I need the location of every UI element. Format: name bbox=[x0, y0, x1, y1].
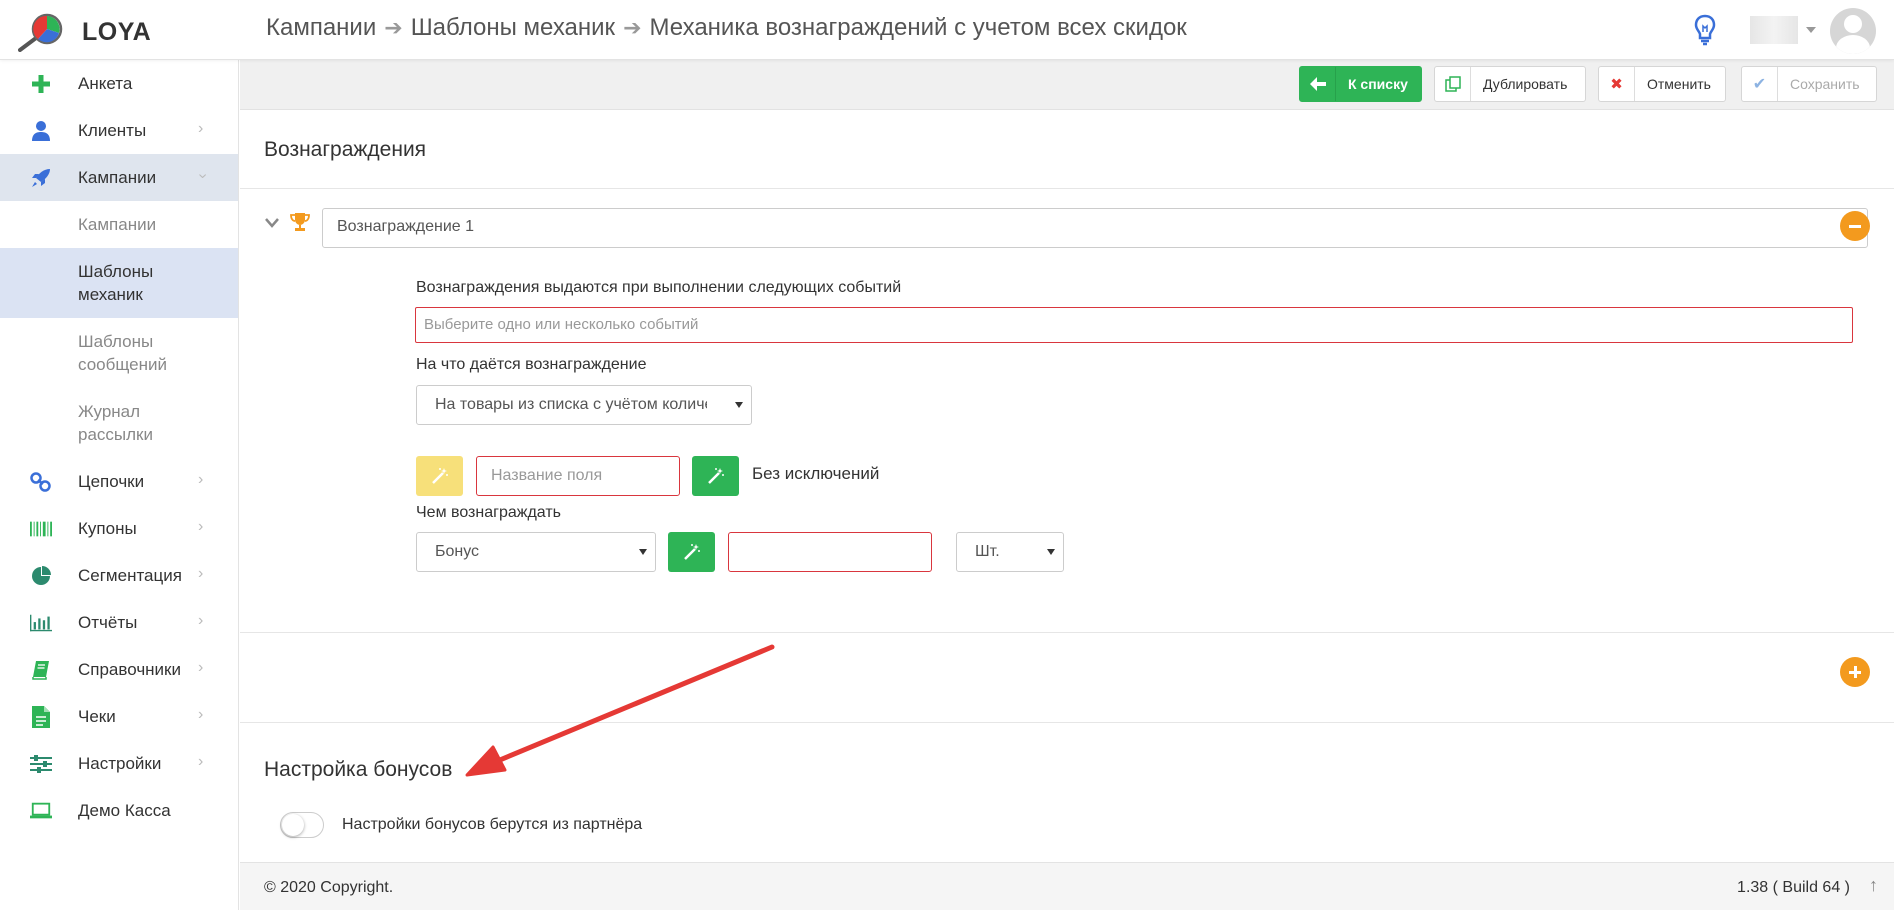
partner-bonus-toggle[interactable] bbox=[280, 812, 324, 838]
divider bbox=[240, 188, 1894, 189]
breadcrumb: Кампании ➔ Шаблоны механик ➔ Механика во… bbox=[266, 14, 1187, 42]
cancel-button[interactable]: ✖ Отменить bbox=[1598, 66, 1726, 102]
avatar[interactable] bbox=[1830, 8, 1876, 54]
bonus-settings-title: Настройка бонусов bbox=[264, 758, 453, 781]
sidebar-subitem-campaigns[interactable]: Кампании bbox=[0, 201, 238, 248]
logo[interactable]: LOYA bbox=[18, 12, 151, 52]
user-name-placeholder[interactable] bbox=[1750, 16, 1798, 44]
caret-down-icon bbox=[639, 549, 647, 555]
chevron-right-icon: › bbox=[198, 706, 204, 723]
remove-reward-button[interactable] bbox=[1840, 211, 1870, 241]
arrow-left-icon bbox=[1300, 67, 1336, 101]
arrow-right-icon: ➔ bbox=[623, 15, 642, 40]
user-icon bbox=[30, 121, 52, 141]
footer: © 2020 Copyright. 1.38 ( Build 64 ) ↑ bbox=[240, 862, 1894, 910]
check-icon: ✔ bbox=[1742, 67, 1778, 101]
chevron-right-icon: › bbox=[198, 120, 204, 137]
add-reward-button[interactable] bbox=[1840, 657, 1870, 687]
magic-wand-button[interactable] bbox=[668, 532, 715, 572]
sidebar-item-questionnaire[interactable]: Анкета bbox=[0, 60, 238, 107]
sidebar-item-demo-cashier[interactable]: Демо Касса bbox=[0, 787, 238, 834]
caret-down-icon bbox=[735, 402, 743, 408]
sidebar-subitem-mailing-log[interactable]: Журнал рассылки bbox=[0, 388, 238, 458]
magic-wand-icon bbox=[683, 544, 700, 560]
reward-with-label: Чем вознаграждать bbox=[416, 504, 561, 521]
chevron-right-icon: › bbox=[198, 471, 204, 488]
unit-select[interactable]: Шт. bbox=[956, 532, 1064, 572]
logo-icon bbox=[18, 12, 66, 52]
chevron-right-icon: › bbox=[198, 518, 204, 535]
sidebar-item-settings[interactable]: Настройки › bbox=[0, 740, 238, 787]
sidebar-item-coupons[interactable]: Купоны › bbox=[0, 505, 238, 552]
plus-icon bbox=[30, 74, 52, 94]
copy-icon bbox=[1435, 67, 1471, 101]
sidebar-item-directories[interactable]: Справочники › bbox=[0, 646, 238, 693]
divider bbox=[240, 632, 1894, 633]
magic-wand-icon bbox=[431, 468, 448, 484]
sidebar-subitem-mechanic-templates[interactable]: Шаблоны механик bbox=[0, 248, 238, 318]
pie-chart-icon bbox=[30, 566, 52, 586]
breadcrumb-item-campaigns[interactable]: Кампании bbox=[266, 14, 376, 42]
book-icon bbox=[30, 660, 52, 680]
main-content: К списку Дублировать ✖ Отменить ✔ Сохран… bbox=[240, 60, 1894, 910]
copyright-text: © 2020 Copyright. bbox=[264, 879, 394, 896]
magic-wand-button[interactable] bbox=[692, 456, 739, 496]
app-name: LOYA bbox=[82, 17, 152, 46]
exceptions-text: Без исключений bbox=[752, 464, 880, 483]
rocket-icon bbox=[30, 168, 52, 188]
events-select-input[interactable]: Выберите одно или несколько событий bbox=[415, 307, 1853, 343]
app-header: LOYA Кампании ➔ Шаблоны механик ➔ Механи… bbox=[0, 0, 1894, 60]
bar-chart-icon bbox=[30, 613, 52, 633]
sidebar-item-campaigns[interactable]: Кампании › bbox=[0, 154, 238, 201]
partner-bonus-toggle-label: Настройки бонусов берутся из партнёра bbox=[342, 816, 643, 833]
minus-icon bbox=[1849, 224, 1861, 228]
barcode-icon bbox=[30, 519, 52, 539]
breadcrumb-item-templates[interactable]: Шаблоны механик bbox=[411, 14, 615, 42]
back-to-list-button[interactable]: К списку bbox=[1299, 66, 1422, 102]
chevron-right-icon: › bbox=[198, 612, 204, 629]
reward-name-input[interactable]: Вознаграждение 1 bbox=[322, 208, 1868, 248]
rewards-section-title: Вознаграждения bbox=[264, 138, 427, 161]
arrow-right-icon: ➔ bbox=[384, 15, 403, 40]
magic-wand-button-disabled[interactable] bbox=[416, 456, 463, 496]
caret-down-icon bbox=[1047, 549, 1055, 555]
trophy-icon bbox=[290, 212, 310, 237]
version-text: 1.38 ( Build 64 ) bbox=[1737, 879, 1850, 896]
chevron-down-icon: › bbox=[194, 173, 212, 179]
laptop-icon bbox=[30, 801, 52, 821]
save-button[interactable]: ✔ Сохранить bbox=[1741, 66, 1877, 102]
sidebar-subitem-message-templates[interactable]: Шаблоны сообщений bbox=[0, 318, 238, 388]
sidebar-item-clients[interactable]: Клиенты › bbox=[0, 107, 238, 154]
sidebar-item-receipts[interactable]: Чеки › bbox=[0, 693, 238, 740]
reward-target-select[interactable]: На товары из списка с учётом количества bbox=[416, 385, 752, 425]
chevron-right-icon: › bbox=[198, 565, 204, 582]
duplicate-button[interactable]: Дублировать bbox=[1434, 66, 1586, 102]
sidebar-item-reports[interactable]: Отчёты › bbox=[0, 599, 238, 646]
chevron-down-icon[interactable] bbox=[1806, 27, 1816, 33]
chevron-down-icon[interactable] bbox=[264, 216, 280, 230]
sidebar-item-chains[interactable]: Цепочки › bbox=[0, 458, 238, 505]
chevron-right-icon: › bbox=[198, 659, 204, 676]
breadcrumb-item-current: Механика вознаграждений с учетом всех ск… bbox=[649, 14, 1187, 41]
sliders-icon bbox=[30, 754, 52, 774]
lightbulb-icon[interactable] bbox=[1694, 14, 1716, 46]
field-name-input[interactable]: Название поля bbox=[476, 456, 680, 496]
reward-amount-input[interactable] bbox=[728, 532, 932, 572]
events-label: Вознаграждения выдаются при выполнении с… bbox=[416, 279, 902, 296]
link-icon bbox=[30, 472, 52, 492]
arrow-up-icon[interactable]: ↑ bbox=[1869, 875, 1878, 896]
divider bbox=[240, 722, 1894, 723]
toolbar: К списку Дублировать ✖ Отменить ✔ Сохран… bbox=[240, 60, 1894, 110]
reward-target-label: На что даётся вознаграждение bbox=[416, 356, 647, 373]
sidebar-item-segmentation[interactable]: Сегментация › bbox=[0, 552, 238, 599]
receipt-icon bbox=[30, 706, 52, 728]
close-icon: ✖ bbox=[1599, 67, 1635, 101]
sidebar: Анкета Клиенты › Кампании › Кампании Шаб… bbox=[0, 60, 239, 910]
reward-type-select[interactable]: Бонус bbox=[416, 532, 656, 572]
magic-wand-icon bbox=[707, 468, 724, 484]
chevron-right-icon: › bbox=[198, 753, 204, 770]
